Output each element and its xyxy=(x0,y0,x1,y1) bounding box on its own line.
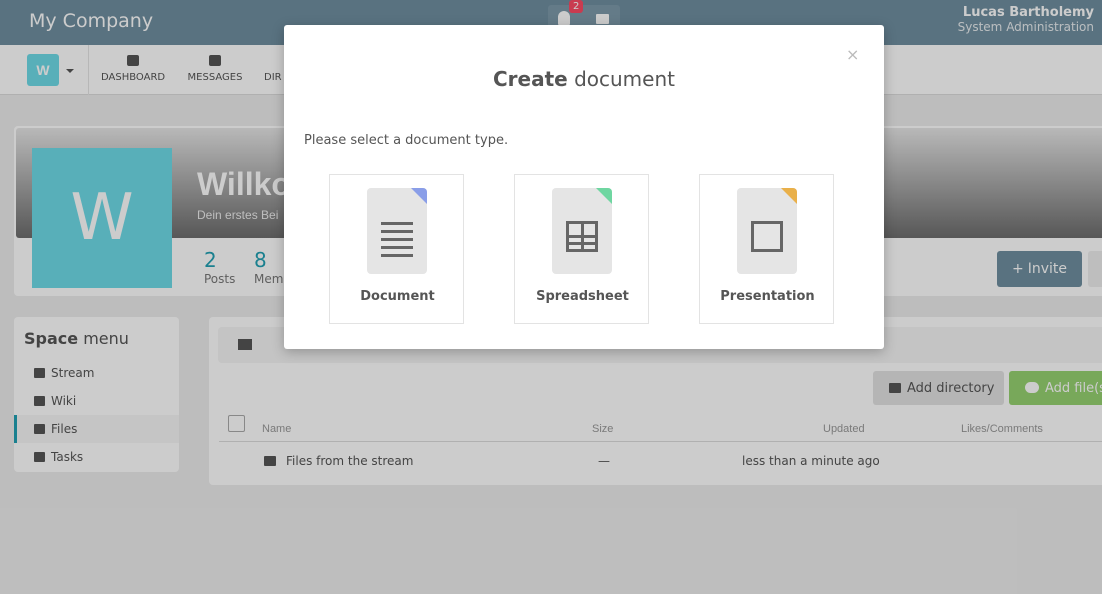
presentation-icon xyxy=(737,188,797,274)
document-type-label: Presentation xyxy=(720,289,815,304)
document-type-label: Spreadsheet xyxy=(536,289,629,304)
close-icon[interactable]: × xyxy=(846,45,859,64)
document-type-presentation[interactable]: Presentation xyxy=(699,174,834,324)
page-fold xyxy=(781,188,797,204)
page-fold xyxy=(411,188,427,204)
page-fold xyxy=(596,188,612,204)
document-type-document[interactable]: Document xyxy=(329,174,464,324)
document-type-label: Document xyxy=(360,289,435,304)
modal-title: Create document xyxy=(492,67,675,91)
document-icon xyxy=(367,188,427,274)
create-document-modal: × Create document Please select a docume… xyxy=(284,25,884,349)
spreadsheet-icon xyxy=(552,188,612,274)
document-type-spreadsheet[interactable]: Spreadsheet xyxy=(514,174,649,324)
modal-prompt: Please select a document type. xyxy=(304,133,509,148)
